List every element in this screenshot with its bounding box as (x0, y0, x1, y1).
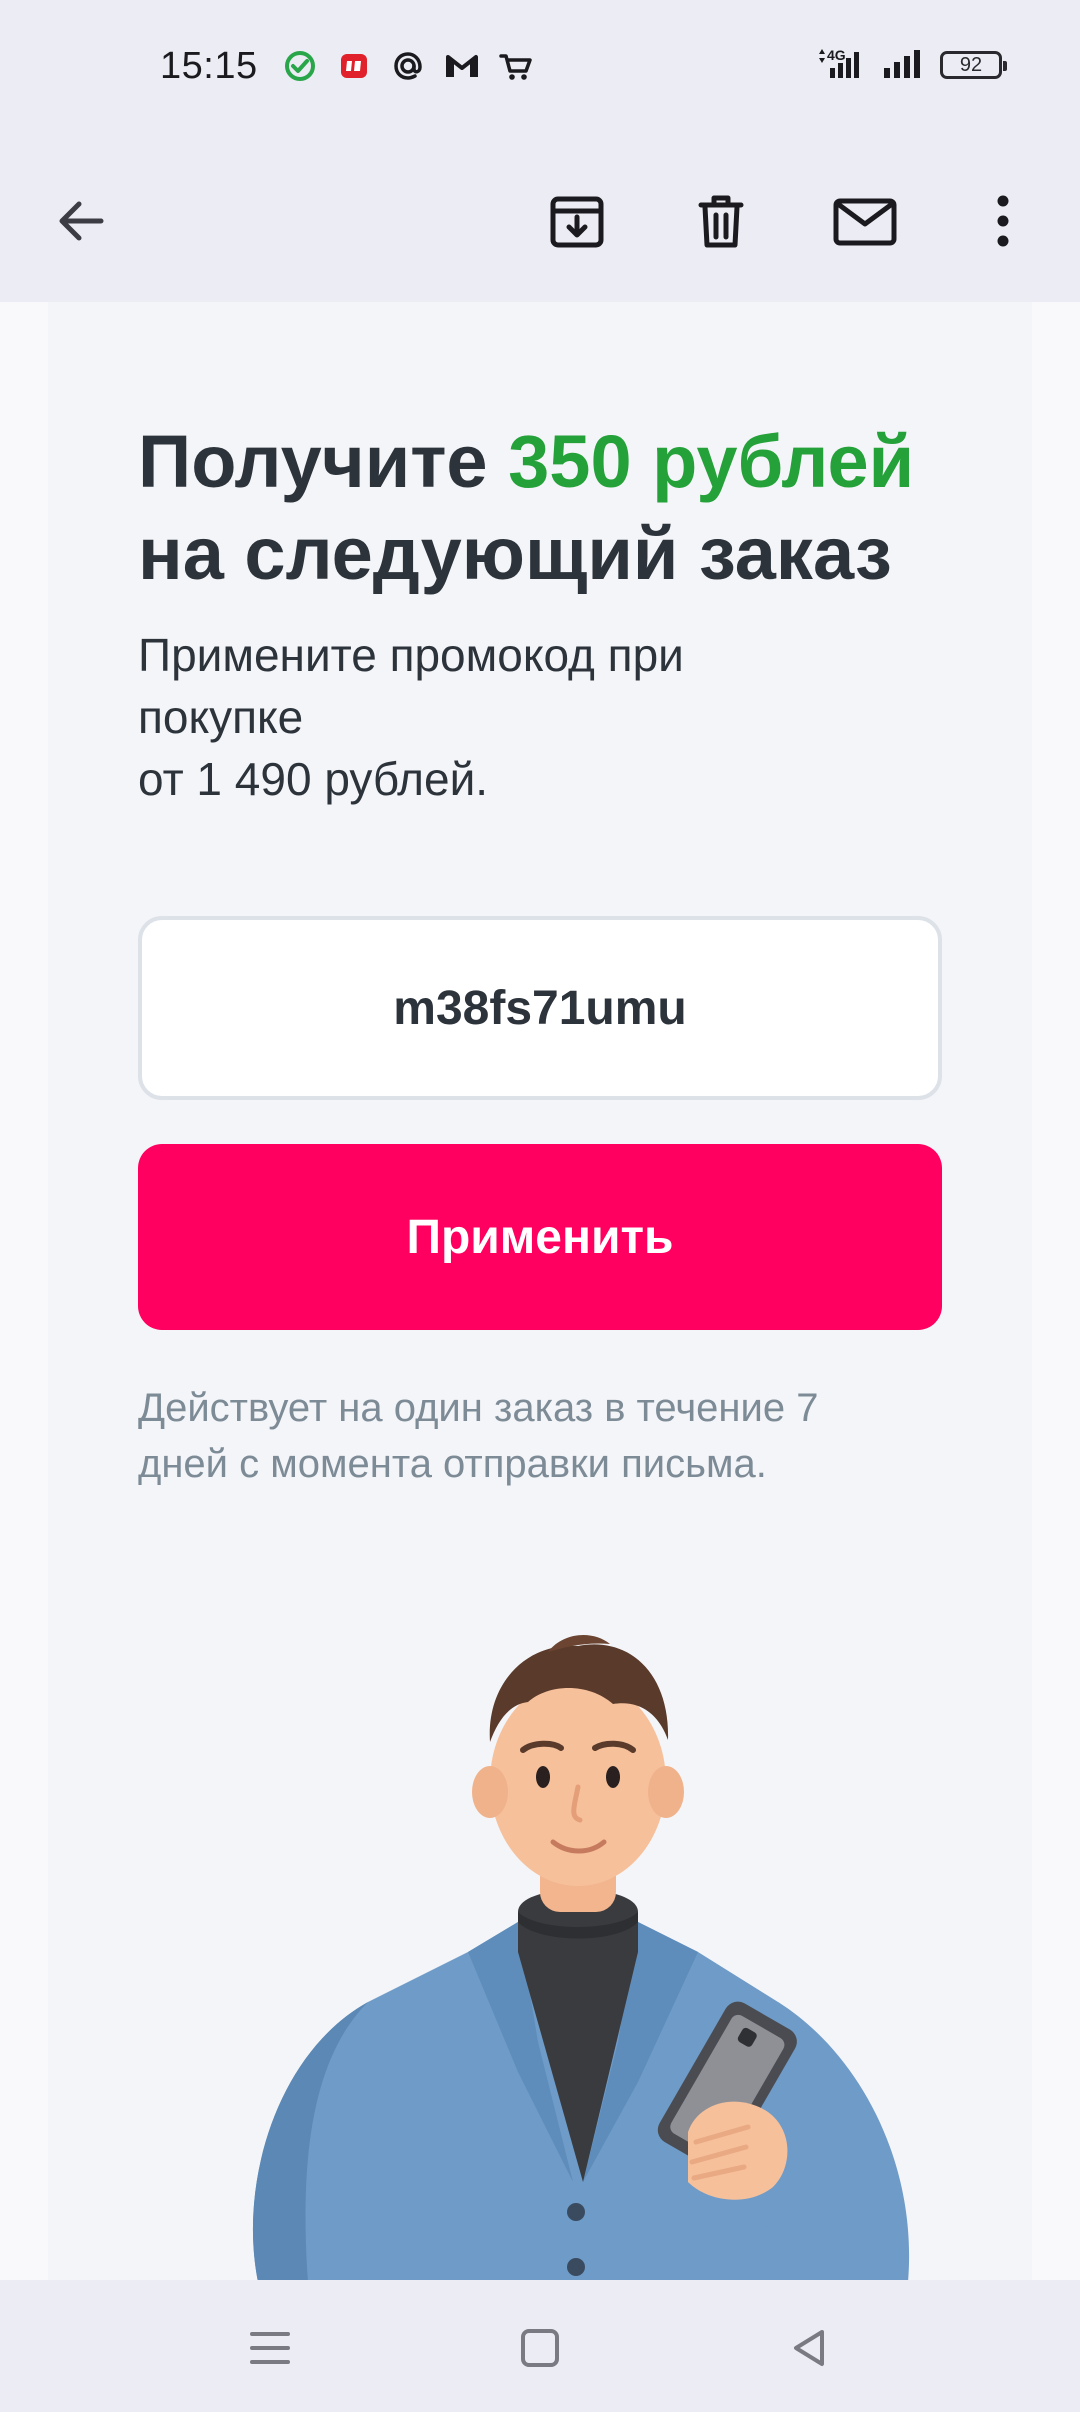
more-vert-icon[interactable] (958, 176, 1048, 266)
at-sign-icon (390, 48, 426, 84)
trash-icon[interactable] (676, 176, 766, 266)
subtext-line: покупке (138, 691, 304, 743)
system-nav-bar (0, 2280, 1080, 2412)
note-line: Действует на один заказ в течение 7 (138, 1386, 819, 1430)
battery-icon: 92 (940, 51, 1007, 79)
headline-prefix: Получите (138, 420, 509, 503)
cart-icon (498, 48, 534, 84)
mts-app-icon (336, 48, 372, 84)
subtext-line: от 1 490 рублей. (138, 753, 489, 805)
status-bar: 15:15 4G 92 (0, 0, 1080, 140)
archive-icon[interactable] (532, 176, 622, 266)
menu-icon[interactable] (230, 2308, 310, 2388)
man-with-phone-illustration (218, 1622, 978, 2280)
network-type-label: 4G (827, 47, 846, 63)
apply-button[interactable]: Применить (138, 1144, 942, 1330)
headline-suffix: на следующий заказ (138, 512, 892, 595)
mail-icon[interactable] (820, 176, 910, 266)
signal-bars-icon (882, 46, 926, 84)
home-icon[interactable] (500, 2308, 580, 2388)
status-time: 15:15 (160, 45, 258, 87)
promo-card: Получите 350 рублей на следующий заказ П… (48, 302, 1032, 2280)
headline-accent: 350 рублей (508, 420, 915, 503)
promo-headline: Получите 350 рублей на следующий заказ (138, 416, 1018, 600)
promo-code[interactable]: m38fs71umu (393, 981, 686, 1036)
battery-level: 92 (959, 53, 983, 76)
promo-code-box[interactable]: m38fs71umu (138, 916, 942, 1100)
gmail-icon (444, 48, 480, 84)
promo-subtext: Примените промокод при покупке от 1 490 … (138, 624, 958, 810)
system-status-icons: 4G 92 (816, 46, 1007, 84)
back-icon[interactable] (770, 2308, 850, 2388)
note-line: дней с момента отправки письма. (138, 1442, 767, 1486)
email-body: Получите 350 рублей на следующий заказ П… (0, 302, 1080, 2280)
check-circle-icon (282, 48, 318, 84)
apply-button-label: Применить (406, 1210, 674, 1264)
subtext-line: Примените промокод при (138, 629, 684, 681)
back-arrow-icon[interactable] (36, 176, 126, 266)
app-bar (0, 140, 1080, 302)
notification-icons (282, 48, 534, 84)
signal-4g-icon: 4G (816, 46, 868, 84)
validity-note: Действует на один заказ в течение 7 дней… (138, 1380, 958, 1492)
